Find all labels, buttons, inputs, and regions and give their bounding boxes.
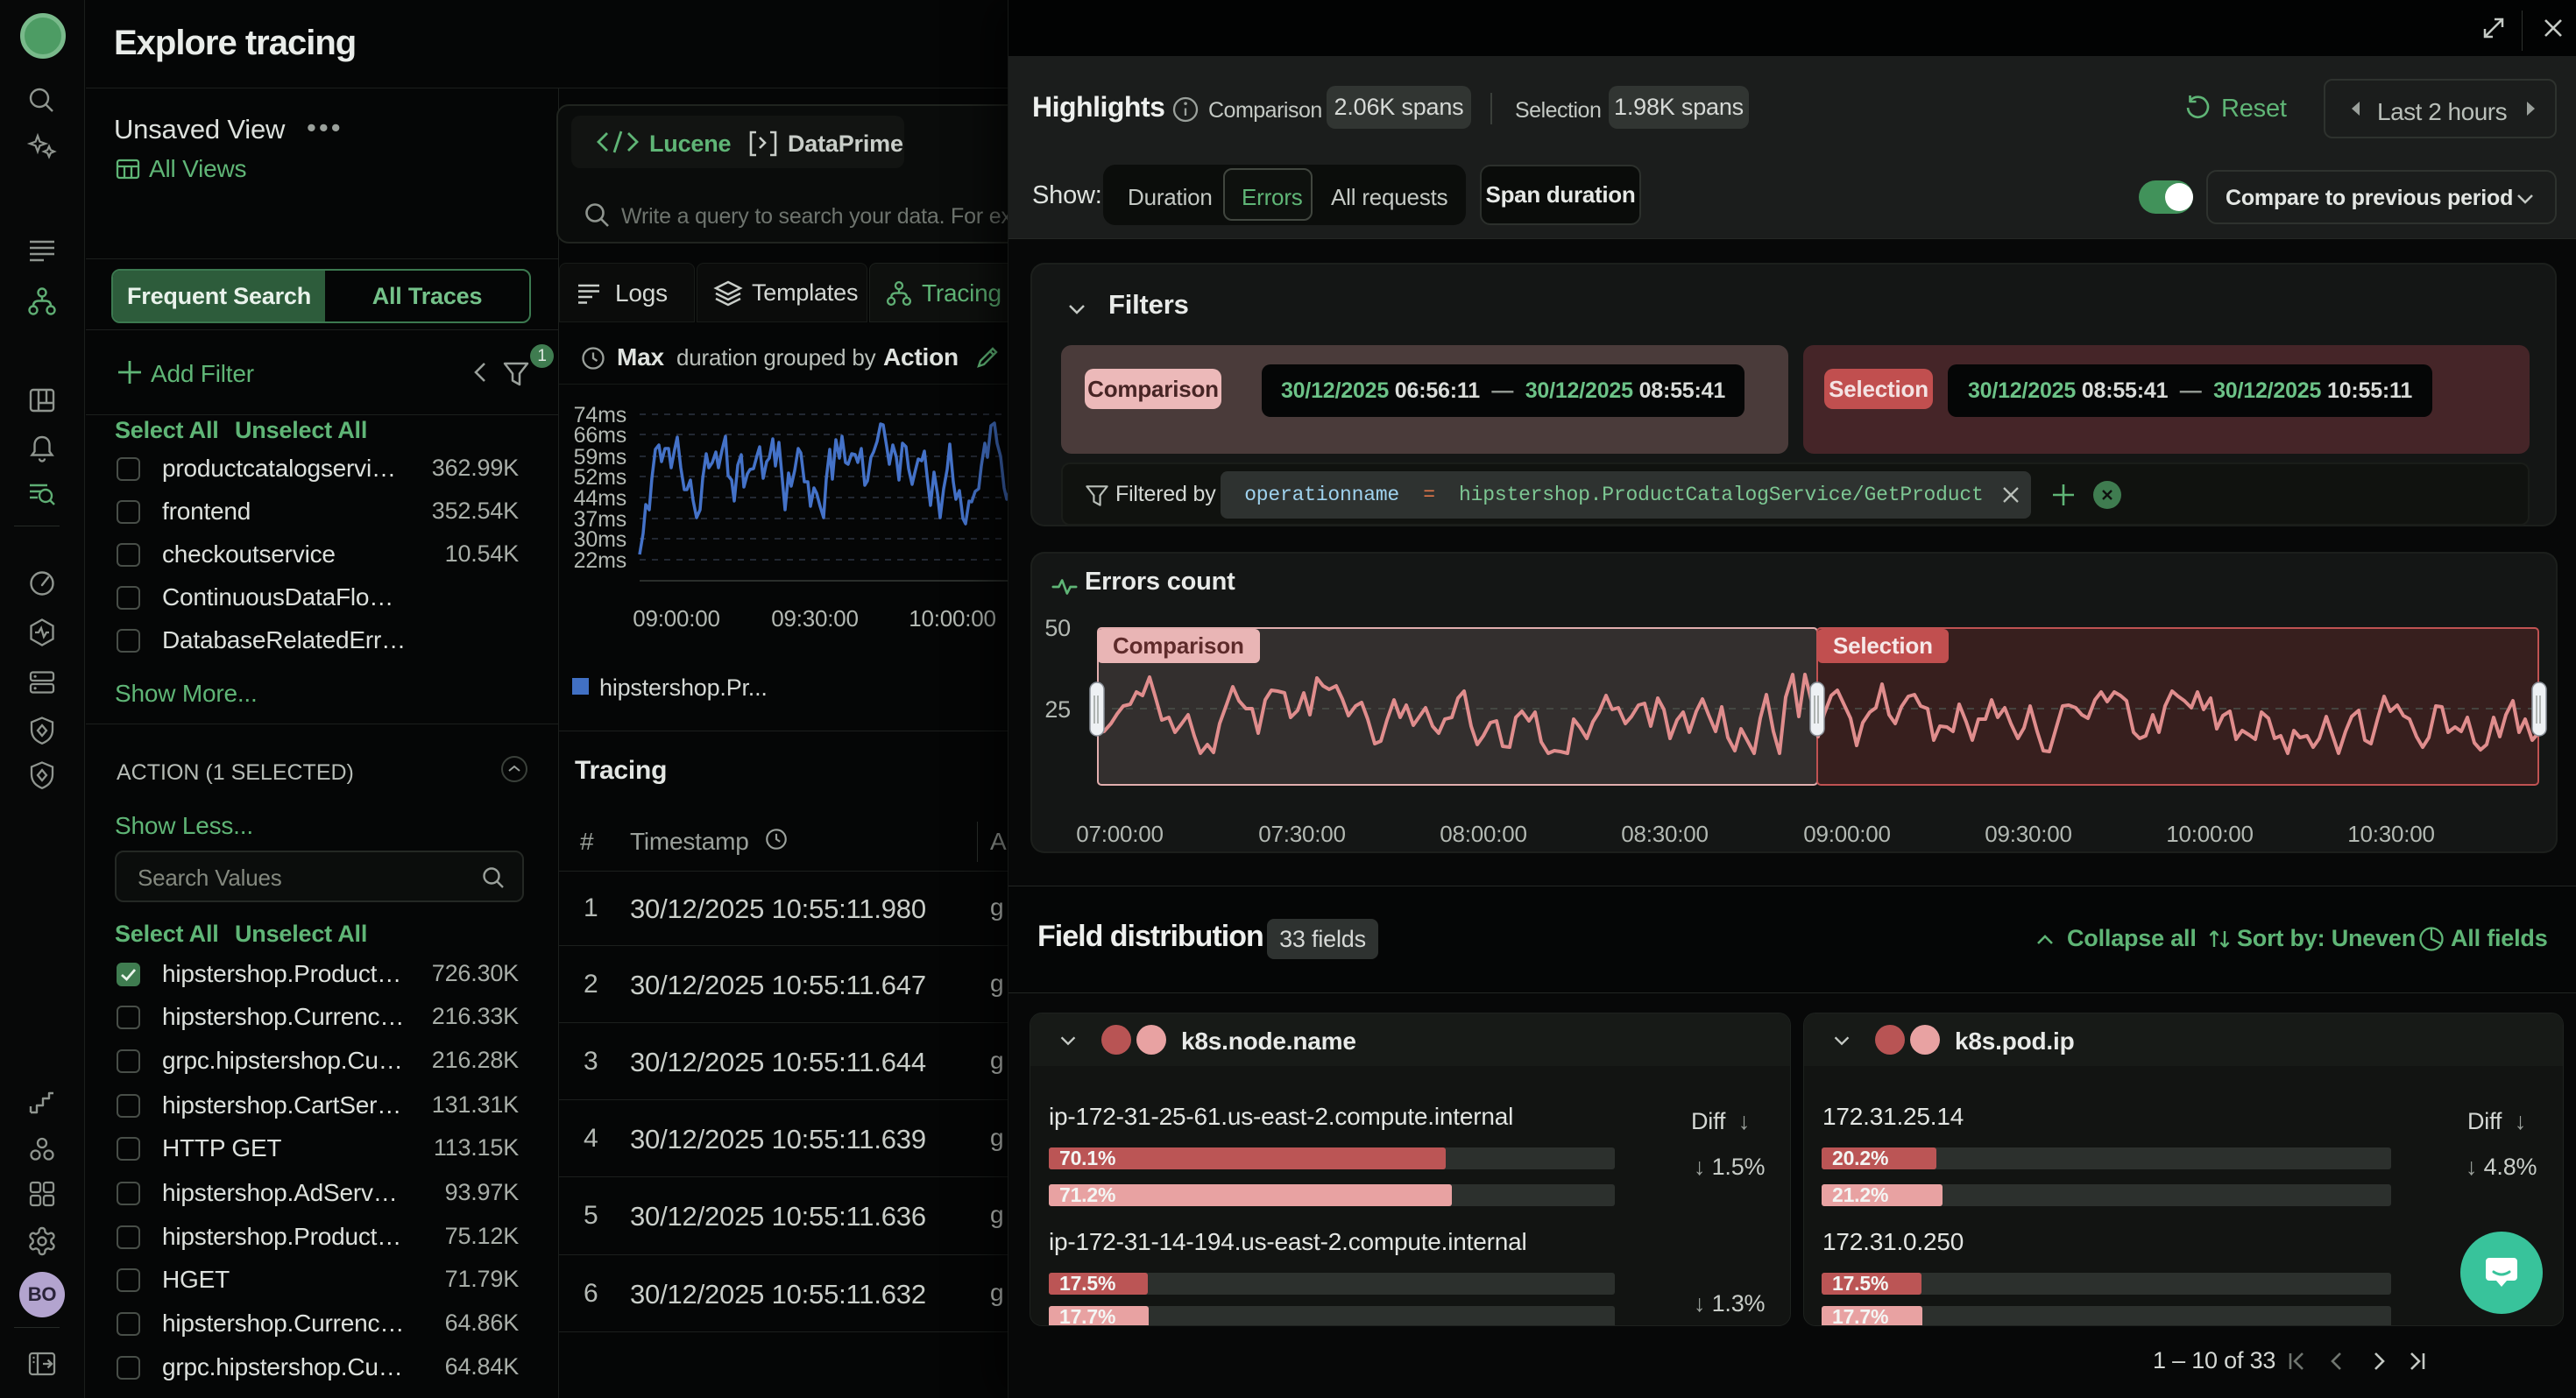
svg-text:10:00:00: 10:00:00 bbox=[909, 605, 996, 632]
svg-text:22ms: 22ms bbox=[574, 548, 626, 573]
svg-text:09:30:00: 09:30:00 bbox=[771, 605, 859, 632]
svg-text:09:00:00: 09:00:00 bbox=[633, 605, 720, 632]
svg-text:66ms: 66ms bbox=[574, 423, 626, 448]
